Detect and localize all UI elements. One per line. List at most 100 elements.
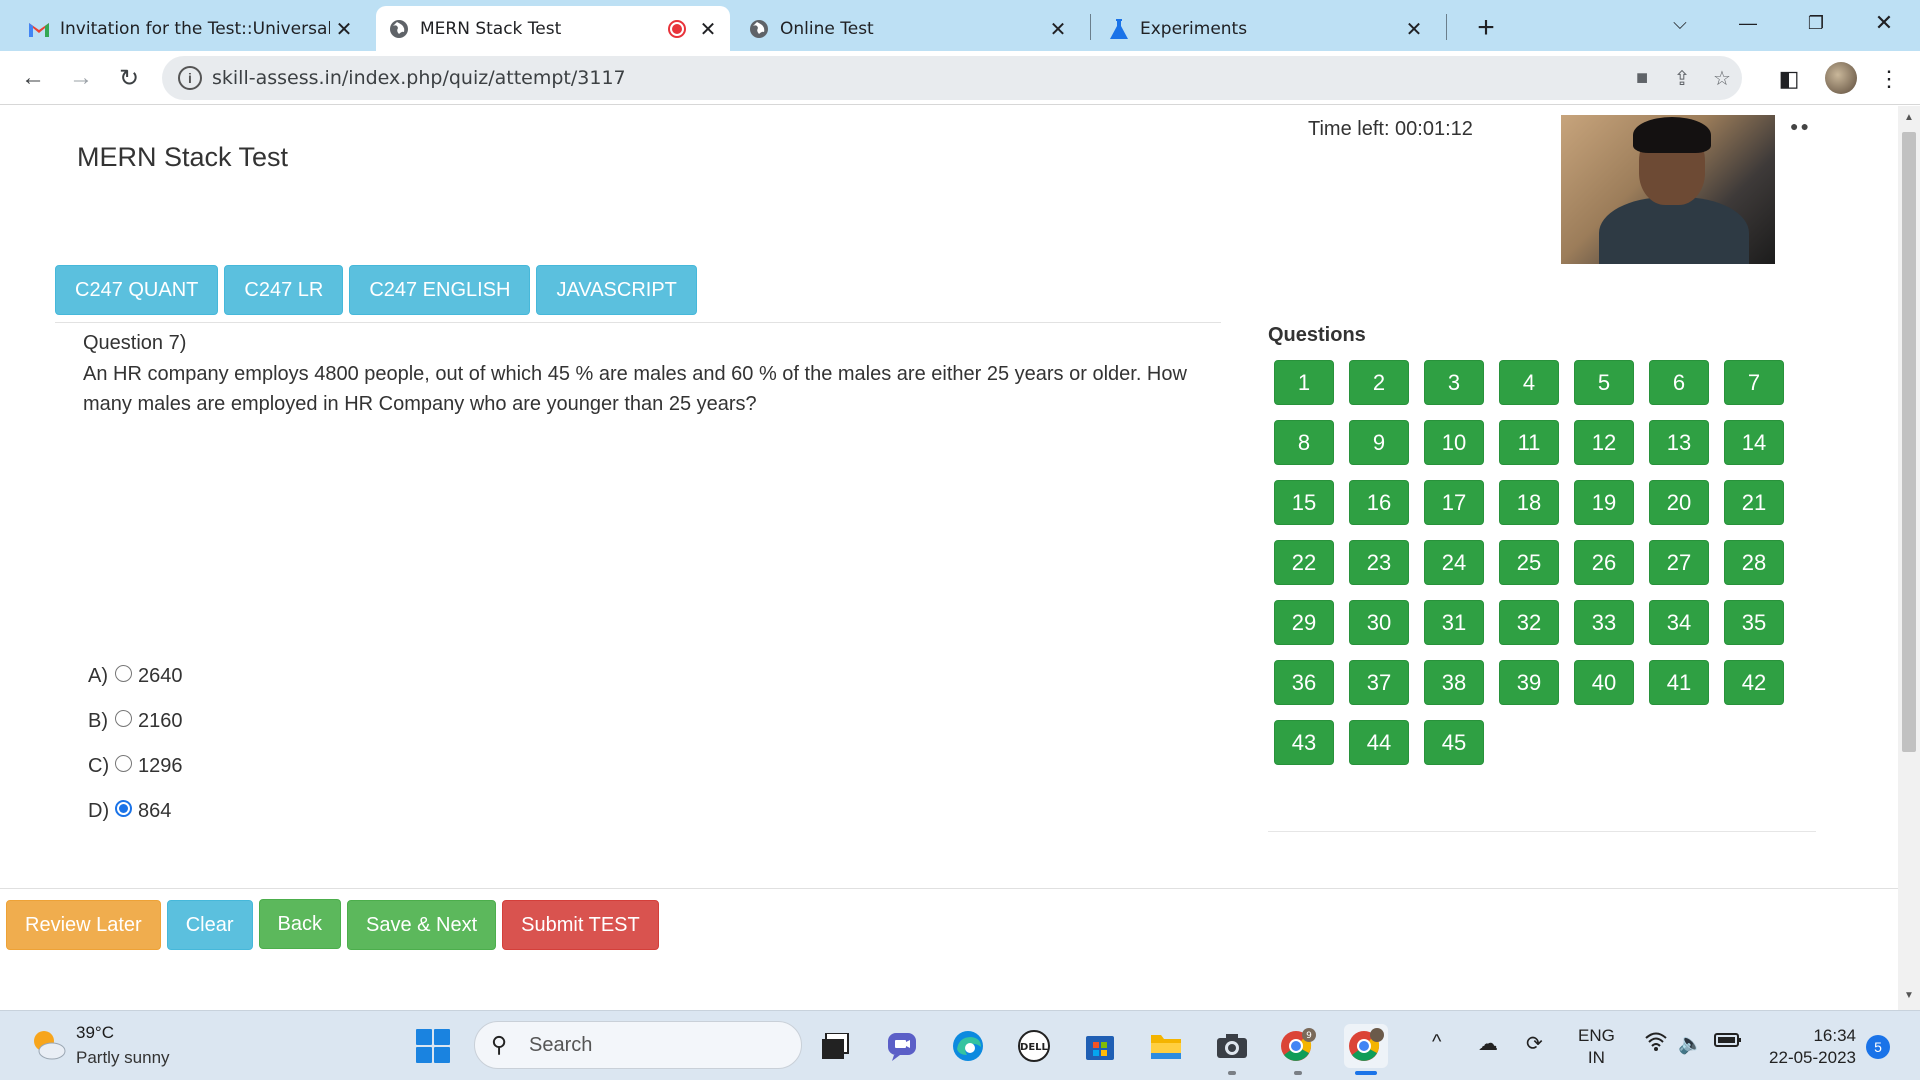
question-button-1[interactable]: 1	[1274, 360, 1334, 405]
question-button-37[interactable]: 37	[1349, 660, 1409, 705]
question-button-23[interactable]: 23	[1349, 540, 1409, 585]
microsoft-store-icon[interactable]	[1078, 1024, 1122, 1068]
question-button-45[interactable]: 45	[1424, 720, 1484, 765]
scroll-up-arrow-icon[interactable]: ▲	[1902, 112, 1916, 126]
camera-icon[interactable]: ■	[1622, 62, 1662, 94]
edge-browser-icon[interactable]	[946, 1024, 990, 1068]
weather-sun-cloud-icon[interactable]	[28, 1025, 68, 1065]
show-hidden-icons-chevron-icon[interactable]: ^	[1432, 1031, 1441, 1054]
question-button-3[interactable]: 3	[1424, 360, 1484, 405]
close-tab-icon[interactable]: ✕	[1400, 15, 1428, 43]
question-button-28[interactable]: 28	[1724, 540, 1784, 585]
question-button-17[interactable]: 17	[1424, 480, 1484, 525]
volume-icon[interactable]: 🔈	[1678, 1031, 1703, 1056]
scrollbar-thumb[interactable]	[1902, 132, 1916, 752]
notification-badge[interactable]: 5	[1866, 1035, 1890, 1059]
site-info-icon[interactable]: i	[178, 66, 202, 90]
question-button-31[interactable]: 31	[1424, 600, 1484, 645]
battery-icon[interactable]	[1714, 1031, 1742, 1054]
onedrive-cloud-icon[interactable]: ☁	[1478, 1031, 1498, 1056]
question-button-27[interactable]: 27	[1649, 540, 1709, 585]
scroll-down-arrow-icon[interactable]: ▼	[1902, 990, 1916, 1004]
question-button-9[interactable]: 9	[1349, 420, 1409, 465]
question-button-10[interactable]: 10	[1424, 420, 1484, 465]
question-button-34[interactable]: 34	[1649, 600, 1709, 645]
option-d-radio[interactable]	[115, 800, 132, 817]
new-tab-button[interactable]: +	[1468, 10, 1504, 46]
question-button-16[interactable]: 16	[1349, 480, 1409, 525]
question-button-25[interactable]: 25	[1499, 540, 1559, 585]
option-c-radio[interactable]	[115, 755, 132, 772]
sync-icon[interactable]: ⟳	[1526, 1031, 1543, 1056]
weather-temperature[interactable]: 39°C	[76, 1023, 114, 1043]
bookmark-star-icon[interactable]: ☆	[1702, 62, 1742, 94]
close-tab-icon[interactable]: ✕	[1044, 15, 1072, 43]
more-menu-icon[interactable]: ⋮	[1872, 63, 1906, 95]
close-tab-icon[interactable]: ✕	[694, 15, 722, 43]
question-button-36[interactable]: 36	[1274, 660, 1334, 705]
question-button-12[interactable]: 12	[1574, 420, 1634, 465]
question-button-2[interactable]: 2	[1349, 360, 1409, 405]
section-english-button[interactable]: C247 ENGLISH	[349, 265, 531, 315]
teams-chat-icon[interactable]	[880, 1024, 924, 1068]
close-window-button[interactable]: ✕	[1864, 8, 1904, 38]
option-c[interactable]: C) 1296	[88, 744, 183, 789]
question-button-8[interactable]: 8	[1274, 420, 1334, 465]
question-button-32[interactable]: 32	[1499, 600, 1559, 645]
share-icon[interactable]: ⇪	[1662, 62, 1702, 94]
weather-description[interactable]: Partly sunny	[76, 1048, 170, 1068]
option-a-radio[interactable]	[115, 665, 132, 682]
option-b[interactable]: B) 2160	[88, 699, 183, 744]
taskbar-search-input[interactable]: ⚲ Search	[474, 1021, 802, 1069]
section-lr-button[interactable]: C247 LR	[224, 265, 344, 315]
chrome-active-icon[interactable]	[1344, 1024, 1388, 1068]
question-button-40[interactable]: 40	[1574, 660, 1634, 705]
option-d[interactable]: D) 864	[88, 789, 183, 834]
task-view-icon[interactable]	[814, 1024, 858, 1068]
question-button-21[interactable]: 21	[1724, 480, 1784, 525]
save-next-button[interactable]: Save & Next	[346, 900, 497, 950]
section-javascript-button[interactable]: JAVASCRIPT	[536, 265, 697, 315]
chrome-profile-icon[interactable]: 9	[1276, 1024, 1320, 1068]
side-panel-icon[interactable]: ◧	[1772, 63, 1806, 95]
question-button-38[interactable]: 38	[1424, 660, 1484, 705]
question-button-30[interactable]: 30	[1349, 600, 1409, 645]
tab-gmail-invitation[interactable]: Invitation for the Test::Universal I ✕	[16, 6, 366, 51]
question-button-4[interactable]: 4	[1499, 360, 1559, 405]
question-button-18[interactable]: 18	[1499, 480, 1559, 525]
question-button-22[interactable]: 22	[1274, 540, 1334, 585]
forward-arrow-icon[interactable]: →	[64, 63, 98, 93]
question-button-43[interactable]: 43	[1274, 720, 1334, 765]
question-button-33[interactable]: 33	[1574, 600, 1634, 645]
option-a[interactable]: A) 2640	[88, 654, 183, 699]
question-button-15[interactable]: 15	[1274, 480, 1334, 525]
question-button-26[interactable]: 26	[1574, 540, 1634, 585]
question-button-35[interactable]: 35	[1724, 600, 1784, 645]
tab-experiments[interactable]: Experiments ✕	[1096, 6, 1436, 51]
question-button-24[interactable]: 24	[1424, 540, 1484, 585]
question-button-42[interactable]: 42	[1724, 660, 1784, 705]
tab-online-test[interactable]: Online Test ✕	[736, 6, 1080, 51]
reload-icon[interactable]: ↻	[112, 63, 146, 93]
tab-mern-stack-test[interactable]: MERN Stack Test ✕	[376, 6, 730, 51]
close-tab-icon[interactable]: ✕	[330, 15, 358, 43]
question-button-13[interactable]: 13	[1649, 420, 1709, 465]
submit-test-button[interactable]: Submit TEST	[502, 900, 659, 950]
dell-icon[interactable]: DELL	[1012, 1024, 1056, 1068]
back-arrow-icon[interactable]: ←	[16, 63, 50, 93]
file-explorer-icon[interactable]	[1144, 1024, 1188, 1068]
tab-search-chevron-icon[interactable]: ⌵	[1660, 8, 1700, 38]
review-later-button[interactable]: Review Later	[6, 900, 161, 950]
question-button-41[interactable]: 41	[1649, 660, 1709, 705]
address-bar[interactable]: i skill-assess.in/index.php/quiz/attempt…	[162, 56, 1742, 100]
section-quant-button[interactable]: C247 QUANT	[55, 265, 219, 315]
question-button-14[interactable]: 14	[1724, 420, 1784, 465]
question-button-11[interactable]: 11	[1499, 420, 1559, 465]
camera-app-icon[interactable]	[1210, 1024, 1254, 1068]
back-button[interactable]: Back	[258, 899, 341, 949]
question-button-6[interactable]: 6	[1649, 360, 1709, 405]
question-button-39[interactable]: 39	[1499, 660, 1559, 705]
page-scrollbar[interactable]: ▲ ▼	[1898, 106, 1920, 1010]
option-b-radio[interactable]	[115, 710, 132, 727]
clear-button[interactable]: Clear	[166, 900, 253, 950]
